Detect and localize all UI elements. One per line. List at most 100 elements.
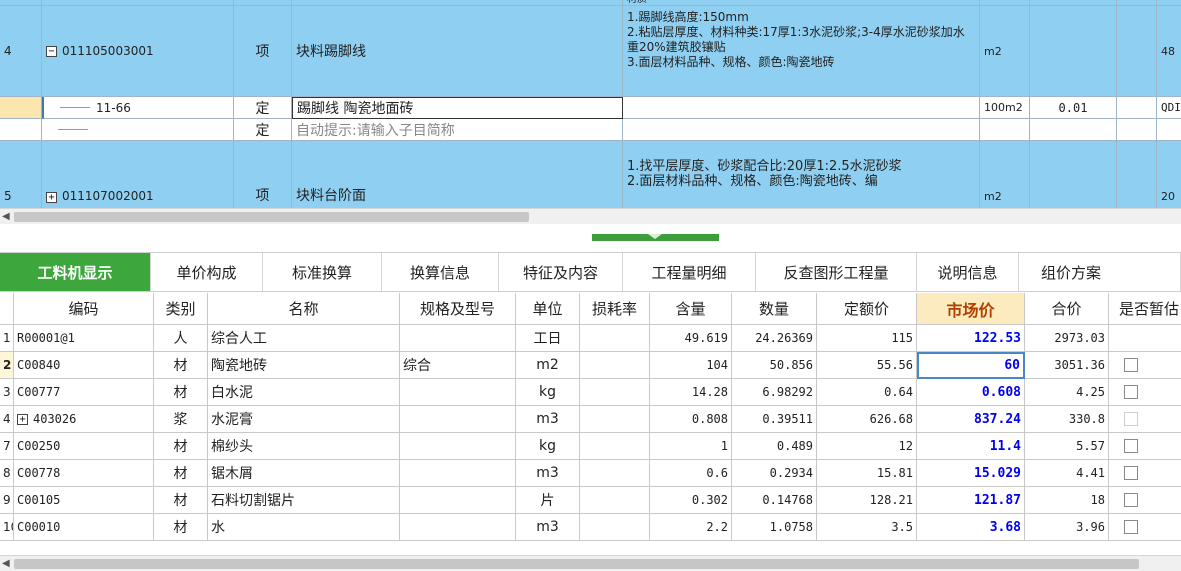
category-cell: 人: [154, 325, 208, 352]
category-cell: 材: [154, 460, 208, 487]
total-cell: 3.96: [1025, 514, 1109, 541]
scroll-thumb[interactable]: [14, 212, 529, 222]
quota-row[interactable]: 11-66 定 踢脚线 陶瓷地面砖 100m2 0.01 QDI: [0, 97, 1181, 119]
code-cell: C00250: [14, 433, 154, 460]
features-cell: 1.找平层厚度、砂浆配合比:20厚1:2.5水泥砂浆 2.面层材料品种、规格、颜…: [623, 141, 980, 208]
quantity-cell: 0.39511: [732, 406, 817, 433]
total-cell: 330.8: [1025, 406, 1109, 433]
name-cell: 棉纱头: [208, 433, 400, 460]
col-header-provisional[interactable]: 是否暂估: [1109, 293, 1181, 325]
quota-row-new[interactable]: 定 自动提示:请输入子目简称: [0, 119, 1181, 141]
market-price-cell[interactable]: 837.24: [917, 406, 1025, 433]
provisional-cell[interactable]: [1109, 352, 1181, 379]
code-cell: R00001@1: [14, 325, 154, 352]
features-cell: 1.踢脚线高度:150mm 2.粘贴层厚度、材料种类:17厚1:3水泥砂浆;3-…: [623, 6, 980, 97]
tab-quantity-details[interactable]: 工程量明细: [623, 253, 756, 291]
market-price-cell[interactable]: 15.029: [917, 460, 1025, 487]
name-edit-field[interactable]: 踢脚线 陶瓷地面砖: [292, 97, 623, 119]
collapse-handle-icon[interactable]: [592, 234, 719, 241]
tab-description[interactable]: 说明信息: [917, 253, 1019, 291]
name-hint-field[interactable]: 自动提示:请输入子目简称: [292, 119, 623, 141]
quota-price-cell: 0.64: [817, 379, 917, 406]
table-row[interactable]: 10C00010材水 m3 2.21.07583.53.683.96: [0, 514, 1181, 541]
bill-code: 011107002001: [62, 189, 154, 203]
quantity-cell: 24.26369: [732, 325, 817, 352]
market-price-cell[interactable]: 121.87: [917, 487, 1025, 514]
provisional-cell[interactable]: [1109, 325, 1181, 352]
provisional-checkbox[interactable]: [1124, 358, 1138, 372]
expand-icon[interactable]: +: [46, 192, 57, 203]
tab-features[interactable]: 特征及内容: [499, 253, 623, 291]
market-price-cell[interactable]: 11.4: [917, 433, 1025, 460]
provisional-checkbox[interactable]: [1124, 412, 1138, 426]
expand-icon[interactable]: +: [17, 413, 28, 425]
col-header-quantity[interactable]: 数量: [732, 293, 817, 325]
bottom-horizontal-scrollbar[interactable]: ◀: [0, 555, 1181, 571]
col-header-code[interactable]: 编码: [14, 293, 154, 325]
total-cell: 18: [1025, 487, 1109, 514]
col-header-content[interactable]: 含量: [650, 293, 732, 325]
scroll-thumb[interactable]: [14, 559, 1139, 569]
tab-standard-conversion[interactable]: 标准换算: [263, 253, 382, 291]
provisional-cell[interactable]: [1109, 379, 1181, 406]
top-horizontal-scrollbar[interactable]: ◀: [0, 208, 1181, 224]
total-cell: 2973.03: [1025, 325, 1109, 352]
table-row[interactable]: 3 C00777 材白水泥 kg 14.28 6.98292 0.64 0.608 4.25: [0, 379, 1181, 406]
market-price-cell[interactable]: 0.608: [917, 379, 1025, 406]
table-row[interactable]: 7 C00250 材棉纱头 kg 1 0.489 12 11.4 5.57: [0, 433, 1181, 460]
provisional-checkbox[interactable]: [1124, 385, 1138, 399]
quota-price-cell: 3.5: [817, 514, 917, 541]
category-cell: 材: [154, 487, 208, 514]
provisional-checkbox[interactable]: [1124, 439, 1138, 453]
row-number: 8: [0, 460, 14, 487]
col-header-name[interactable]: 名称: [208, 293, 400, 325]
scroll-left-icon[interactable]: ◀: [2, 557, 10, 571]
category-cell: 材: [154, 433, 208, 460]
tab-labor-material-machine[interactable]: 工料机显示: [0, 253, 151, 291]
col-header-spec[interactable]: 规格及型号: [400, 293, 516, 325]
col-header-total[interactable]: 合价: [1025, 293, 1109, 325]
table-row[interactable]: 1 R00001@1 人综合人工 工日 49.619 24.26369 115 122.53 2…: [0, 325, 1181, 352]
quota-code: 11-66: [96, 100, 131, 115]
content-cell: 104: [650, 352, 732, 379]
name-cell: 水: [208, 514, 400, 541]
table-row[interactable]: 2 C00840 材陶瓷地砖 综合 m2 104 50.856 55.56 60 3051.36: [0, 352, 1181, 379]
table-row[interactable]: 8 C00778 材锯木屑 m3 0.6 0.2934 15.81 15.029 4.41: [0, 460, 1181, 487]
table-row[interactable]: 9 C00105 材石料切割锯片 片 0.302 0.14768 128.21 121.87 1…: [0, 487, 1181, 514]
col-header-category[interactable]: 类别: [154, 293, 208, 325]
quota-price-cell: 115: [817, 325, 917, 352]
grid-header-row: 编码 类别 名称 规格及型号 单位 损耗率 含量 数量 定额价 市场价 合价 是…: [0, 293, 1181, 325]
tab-graphic-quantity[interactable]: 反查图形工程量: [756, 253, 917, 291]
provisional-cell[interactable]: [1109, 487, 1181, 514]
provisional-checkbox[interactable]: [1124, 520, 1138, 534]
scroll-left-icon[interactable]: ◀: [2, 210, 10, 224]
total-cell: 4.25: [1025, 379, 1109, 406]
market-price-cell[interactable]: 60: [917, 352, 1025, 379]
provisional-checkbox[interactable]: [1124, 466, 1138, 480]
table-row[interactable]: 4 +403026 浆水泥膏 m3 0.808 0.39511 626.68 837.24 33…: [0, 406, 1181, 433]
market-price-cell[interactable]: 3.68: [917, 514, 1025, 541]
bill-row[interactable]: 5 + 011107002001 项 块料台阶面 1.找平层厚度、砂浆配合比:2…: [0, 141, 1181, 208]
col-header-quota-price[interactable]: 定额价: [817, 293, 917, 325]
unit-cell: 100m2: [980, 97, 1030, 119]
provisional-cell[interactable]: [1109, 460, 1181, 487]
col-header-loss-rate[interactable]: 损耗率: [580, 293, 650, 325]
col-header-unit[interactable]: 单位: [516, 293, 580, 325]
provisional-cell[interactable]: [1109, 406, 1181, 433]
provisional-cell[interactable]: [1109, 514, 1181, 541]
quantity-cell: 0.2934: [732, 460, 817, 487]
unit-cell: m2: [980, 141, 1030, 208]
tab-unit-price[interactable]: 单价构成: [151, 253, 263, 291]
unit-cell: 片: [516, 487, 580, 514]
loss-rate-cell: [580, 514, 650, 541]
tab-pricing-scheme[interactable]: 组价方案: [1019, 253, 1181, 291]
tab-conversion-info[interactable]: 换算信息: [382, 253, 499, 291]
bill-row[interactable]: 4 − 011105003001 项 块料踢脚线 1.踢脚线高度:150mm 2…: [0, 6, 1181, 97]
provisional-checkbox[interactable]: [1124, 493, 1138, 507]
panel-splitter[interactable]: [0, 224, 1181, 244]
collapse-icon[interactable]: −: [46, 45, 57, 57]
col-header-market-price[interactable]: 市场价: [917, 293, 1025, 325]
unit-cell: m3: [516, 460, 580, 487]
provisional-cell[interactable]: [1109, 433, 1181, 460]
market-price-cell[interactable]: 122.53: [917, 325, 1025, 352]
